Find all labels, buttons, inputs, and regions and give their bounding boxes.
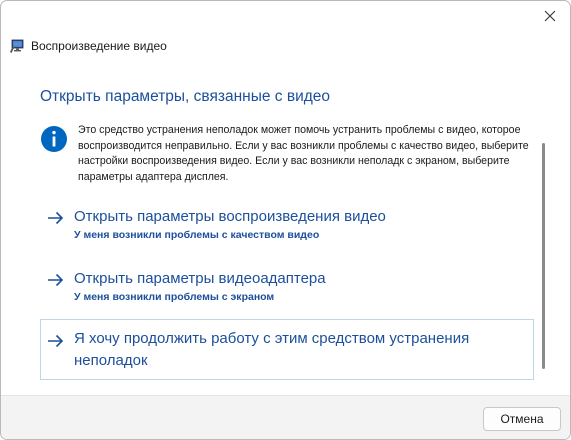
- vertical-scrollbar[interactable]: [539, 127, 549, 379]
- close-icon: [544, 10, 556, 22]
- scrollbar-thumb[interactable]: [542, 143, 545, 369]
- option-subtitle: У меня возникли проблемы с качеством вид…: [74, 229, 320, 241]
- cancel-button[interactable]: Отмена: [483, 407, 561, 431]
- monitor-troubleshooter-icon: [10, 39, 24, 53]
- info-icon: [41, 126, 67, 152]
- option-subtitle: У меня возникли проблемы с экраном: [74, 291, 275, 303]
- open-video-playback-settings-option[interactable]: Открыть параметры воспроизведения видео …: [40, 203, 534, 243]
- window-title: Воспроизведение видео: [31, 39, 167, 53]
- option-title: Открыть параметры воспроизведения видео: [74, 208, 386, 225]
- open-video-adapter-settings-option[interactable]: Открыть параметры видеоадаптера У меня в…: [40, 265, 534, 305]
- arrow-right-icon: [48, 211, 64, 225]
- content-area: Это средство устранения неполадок может …: [40, 123, 536, 383]
- option-title: Открыть параметры видеоадаптера: [74, 270, 326, 287]
- arrow-right-icon: [48, 334, 64, 348]
- window-titlebar: Воспроизведение видео: [9, 37, 167, 55]
- troubleshooter-window: Воспроизведение видео Открыть параметры,…: [0, 0, 571, 440]
- description-text: Это средство устранения неполадок может …: [78, 124, 529, 183]
- continue-troubleshooter-option[interactable]: Я хочу продолжить работу с этим средство…: [40, 319, 534, 380]
- close-button[interactable]: [538, 5, 562, 27]
- arrow-right-icon: [48, 273, 64, 287]
- page-heading: Открыть параметры, связанные с видео: [40, 88, 331, 105]
- dialog-footer: Отмена: [1, 395, 570, 439]
- option-title: Я хочу продолжить работу с этим средство…: [74, 330, 470, 369]
